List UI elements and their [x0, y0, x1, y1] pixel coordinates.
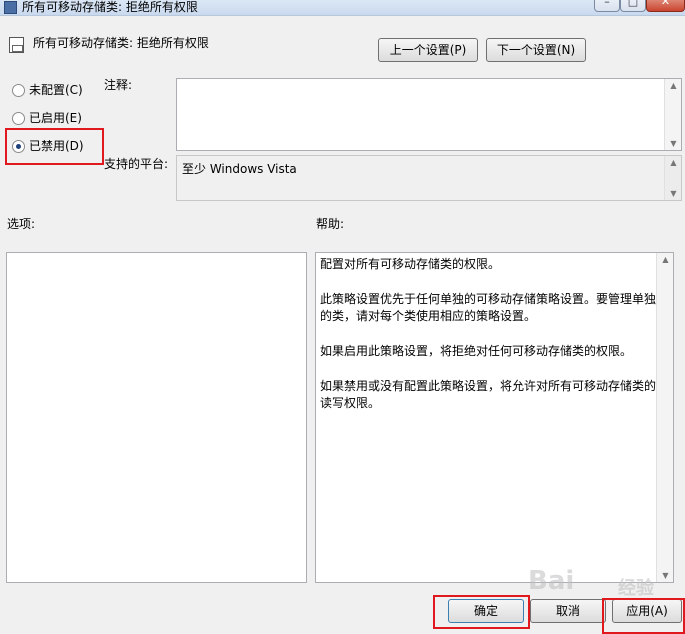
previous-setting-button[interactable]: 上一个设置(P) — [378, 38, 478, 62]
scroll-up-icon[interactable]: ▲ — [665, 81, 682, 90]
help-pane[interactable]: 配置对所有可移动存储类的权限。 此策略设置优先于任何单独的可移动存储策略设置。要… — [315, 252, 674, 583]
radio-label-not-configured[interactable]: 未配置(C) — [29, 83, 83, 97]
help-text: 配置对所有可移动存储类的权限。 此策略设置优先于任何单独的可移动存储策略设置。要… — [320, 256, 656, 430]
help-scrollbar[interactable]: ▲ ▼ — [656, 253, 673, 582]
help-paragraph: 如果启用此策略设置，将拒绝对任何可移动存储类的权限。 — [320, 344, 633, 358]
close-button[interactable]: ✕ — [646, 0, 685, 12]
help-paragraph: 此策略设置优先于任何单独的可移动存储策略设置。要管理单独的类，请对每个类使用相应… — [320, 292, 657, 323]
maximize-button[interactable]: □ — [620, 0, 646, 12]
help-paragraph: 配置对所有可移动存储类的权限。 — [320, 257, 501, 271]
platform-box: 至少 Windows Vista ▲ ▼ — [176, 155, 682, 201]
title-bar[interactable]: 所有可移动存储类: 拒绝所有权限 – □ ✕ — [0, 0, 685, 16]
comment-textarea[interactable]: ▲ ▼ — [176, 78, 682, 151]
watermark-text: 经验 — [618, 578, 654, 599]
policy-setting-icon — [9, 37, 24, 53]
platform-value: 至少 Windows Vista — [182, 162, 297, 176]
cancel-button[interactable]: 取消 — [530, 599, 606, 623]
platform-scrollbar[interactable]: ▲ ▼ — [664, 156, 681, 200]
comment-label: 注释: — [104, 78, 133, 92]
radio-enabled[interactable] — [12, 112, 25, 125]
comment-scrollbar[interactable]: ▲ ▼ — [664, 79, 681, 150]
radio-label-enabled[interactable]: 已启用(E) — [29, 111, 82, 125]
help-label: 帮助: — [316, 217, 345, 231]
highlight-box-ok — [433, 595, 530, 629]
next-setting-button[interactable]: 下一个设置(N) — [486, 38, 586, 62]
watermark-logo: Bai — [528, 566, 575, 596]
highlight-box-disabled — [5, 128, 104, 165]
options-label: 选项: — [7, 217, 36, 231]
scroll-up-icon[interactable]: ▲ — [657, 255, 674, 264]
radio-not-configured[interactable] — [12, 84, 25, 97]
help-paragraph: 如果禁用或没有配置此策略设置，将允许对所有可移动存储类的读写权限。 — [320, 379, 657, 410]
app-icon — [4, 1, 17, 14]
scroll-up-icon[interactable]: ▲ — [665, 158, 682, 167]
policy-name: 所有可移动存储类: 拒绝所有权限 — [33, 36, 209, 50]
platform-label: 支持的平台: — [104, 157, 169, 171]
minimize-button[interactable]: – — [594, 0, 620, 12]
highlight-box-apply — [602, 598, 685, 634]
window-title: 所有可移动存储类: 拒绝所有权限 — [22, 0, 198, 14]
scroll-down-icon[interactable]: ▼ — [665, 189, 682, 198]
options-pane[interactable] — [6, 252, 307, 583]
scroll-down-icon[interactable]: ▼ — [657, 571, 674, 580]
scroll-down-icon[interactable]: ▼ — [665, 139, 682, 148]
